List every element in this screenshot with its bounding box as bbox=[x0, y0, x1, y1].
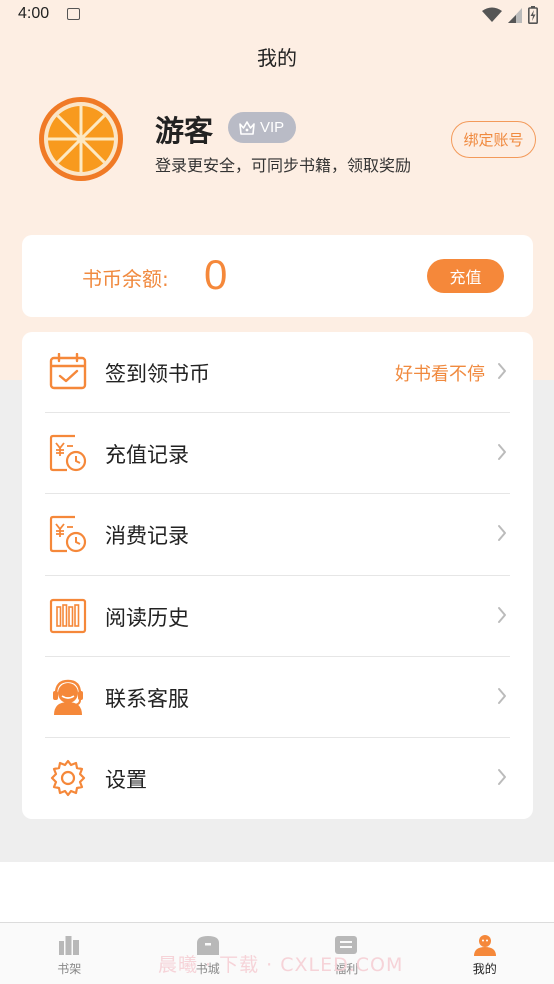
menu-item-reading-history[interactable]: 阅读历史 bbox=[22, 576, 533, 657]
status-bar: 4:00 bbox=[0, 0, 554, 32]
books-icon bbox=[49, 598, 87, 633]
balance-card: 书币余额: 0 充值 bbox=[22, 235, 533, 317]
nav-item-profile[interactable]: 我的 bbox=[416, 923, 554, 984]
bind-account-button[interactable]: 绑定账号 bbox=[451, 121, 536, 158]
chevron-right-icon bbox=[498, 687, 506, 704]
nav-label: 书架 bbox=[57, 962, 82, 976]
vip-badge: VIP bbox=[228, 112, 296, 143]
chevron-right-icon bbox=[498, 444, 506, 461]
bookshelf-icon bbox=[59, 936, 80, 955]
menu-item-label: 阅读历史 bbox=[105, 605, 189, 630]
sim-card-icon bbox=[67, 8, 80, 20]
wifi-icon bbox=[482, 7, 502, 22]
menu-item-customer-service[interactable]: 联系客服 bbox=[22, 657, 533, 738]
chevron-right-icon bbox=[498, 363, 506, 379]
menu-item-settings[interactable]: 设置 bbox=[22, 738, 533, 819]
nav-item-bookshelf[interactable]: 书架 bbox=[0, 923, 139, 984]
balance-value: 0 bbox=[204, 251, 228, 298]
signal-icon bbox=[508, 8, 522, 23]
menu-item-consumption-history[interactable]: 消费记录 bbox=[22, 494, 533, 576]
headset-icon bbox=[53, 679, 83, 715]
menu-item-label: 设置 bbox=[105, 767, 147, 792]
crown-icon bbox=[239, 120, 255, 135]
chevron-right-icon bbox=[498, 606, 506, 623]
yuan-clock-icon bbox=[49, 435, 87, 472]
vip-label: VIP bbox=[260, 119, 285, 136]
chevron-right-icon bbox=[498, 768, 506, 785]
menu-item-label: 消费记录 bbox=[105, 524, 189, 549]
menu-item-label: 充值记录 bbox=[105, 443, 189, 468]
avatar[interactable] bbox=[38, 96, 124, 182]
chevron-right-icon bbox=[498, 525, 506, 542]
menu-list: 签到领书币 好书看不停 充值记录 消费记录 阅读历史 联系客服 设置 bbox=[22, 332, 533, 819]
username: 游客 bbox=[155, 114, 214, 148]
page-title: 我的 bbox=[257, 46, 297, 70]
profile-icon bbox=[473, 935, 496, 956]
menu-item-label: 签到领书币 bbox=[105, 362, 210, 386]
menu-item-checkin[interactable]: 签到领书币 好书看不停 bbox=[22, 332, 533, 414]
calendar-check-icon bbox=[49, 353, 87, 390]
recharge-button[interactable]: 充值 bbox=[427, 259, 504, 293]
footer-background bbox=[0, 862, 554, 922]
gear-icon bbox=[50, 759, 86, 797]
nav-label: 我的 bbox=[472, 962, 497, 976]
profile-subtitle: 登录更安全，可同步书籍，领取奖励 bbox=[155, 156, 412, 175]
menu-item-recharge-history[interactable]: 充值记录 bbox=[22, 413, 533, 495]
menu-item-hint: 好书看不停 bbox=[395, 364, 485, 385]
menu-item-label: 联系客服 bbox=[105, 686, 189, 711]
screen: 4:00 我的 游客 VIP 登录更安全，可同步书籍，领取奖励 绑定账号 书币余… bbox=[0, 0, 554, 984]
battery-icon bbox=[528, 6, 538, 24]
yuan-clock-icon bbox=[49, 516, 87, 553]
status-icons bbox=[482, 6, 538, 24]
status-time: 4:00 bbox=[18, 5, 50, 22]
watermark: 晨曦 · 下载 · CXLED.COM bbox=[158, 954, 404, 976]
balance-label: 书币余额: bbox=[82, 267, 169, 291]
